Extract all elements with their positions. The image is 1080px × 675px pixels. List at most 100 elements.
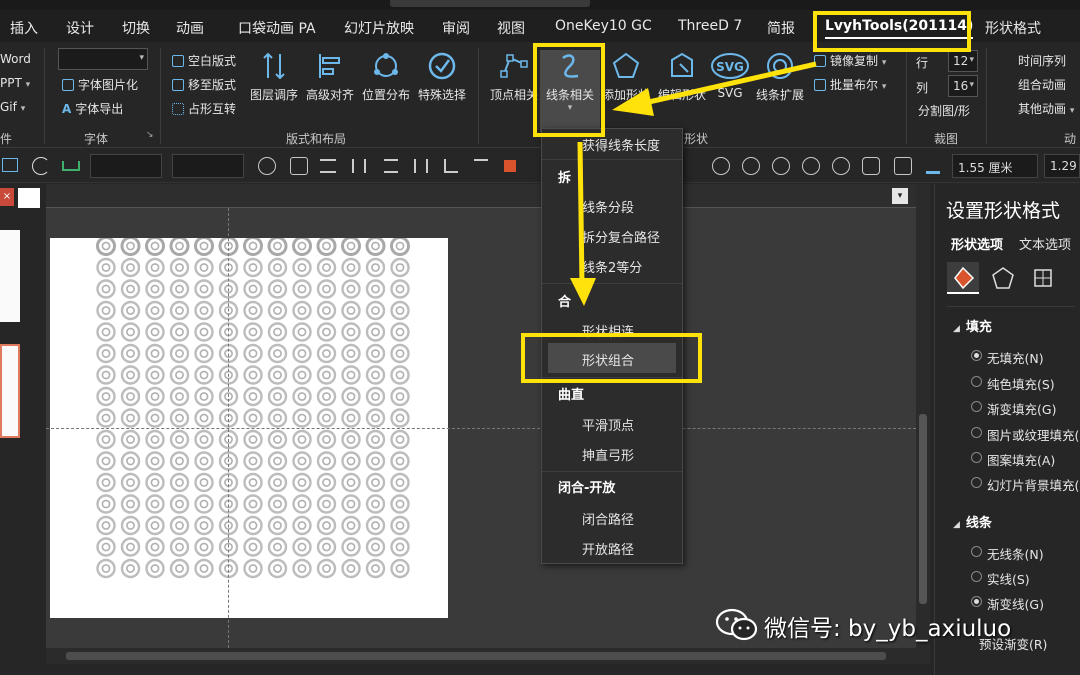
tab-shape-format[interactable]: 形状格式: [985, 18, 1041, 38]
no-line-option[interactable]: 无线条(N): [971, 544, 1044, 563]
scroll-thumb[interactable]: [66, 652, 886, 660]
ribbon-ppt[interactable]: PPT ▾: [0, 76, 30, 90]
gear-icon[interactable]: [258, 157, 276, 175]
mirror-copy-button[interactable]: 镜像复制 ▾: [814, 52, 886, 69]
color-icon[interactable]: [504, 160, 516, 172]
ribbon-gif[interactable]: Gif ▾: [0, 100, 25, 114]
time-sequence-button[interactable]: 时间序列: [1018, 52, 1066, 69]
shape-union-icon[interactable]: [712, 157, 730, 175]
close-path-item[interactable]: 闭合路径: [582, 509, 634, 528]
align-top-icon[interactable]: [474, 159, 488, 173]
rotate-icon[interactable]: [32, 157, 50, 175]
distribute-horizontal-icon[interactable]: [414, 159, 428, 173]
slide-thumbnail-2[interactable]: [0, 344, 20, 438]
close-icon[interactable]: ×: [0, 188, 14, 206]
move-to-layout-button[interactable]: 移至版式: [172, 76, 236, 93]
tab-pocket-animation[interactable]: 口袋动画 PA: [238, 18, 316, 38]
align-left-icon[interactable]: [444, 159, 458, 173]
slide-icon[interactable]: [2, 158, 18, 172]
special-select-button[interactable]: 特殊选择: [412, 50, 472, 128]
tab-animations[interactable]: 动画: [176, 18, 204, 38]
tab-onekey[interactable]: OneKey10 GC: [555, 18, 652, 34]
radio[interactable]: [971, 571, 982, 582]
shape-edit-icon[interactable]: [862, 157, 880, 175]
ruler-icon[interactable]: [62, 161, 80, 171]
radio[interactable]: [971, 427, 982, 438]
radio[interactable]: [971, 452, 982, 463]
tab-text-options[interactable]: 文本选项: [1019, 234, 1071, 253]
font-export-button[interactable]: A 字体导出: [62, 100, 123, 117]
shape-fragment-icon[interactable]: [772, 157, 790, 175]
line-segment-item[interactable]: 线条分段: [582, 197, 634, 216]
line-section-header[interactable]: ◢ 线条: [953, 512, 992, 531]
slide-background-fill-option[interactable]: 幻灯片背景填充(: [971, 475, 1079, 494]
align-middle-icon[interactable]: [352, 159, 366, 173]
open-path-item[interactable]: 开放路径: [582, 539, 634, 558]
layer-order-button[interactable]: 图层调序: [244, 50, 304, 128]
combo-animation-button[interactable]: 组合动画: [1018, 76, 1066, 93]
blank-layout-button[interactable]: 空白版式: [172, 52, 236, 69]
chevron-down-icon[interactable]: ▾: [892, 188, 908, 204]
split-image-shape-button[interactable]: 分割图/形: [918, 102, 970, 119]
row-count-input[interactable]: 12 ▾: [948, 50, 978, 72]
radio[interactable]: [971, 376, 982, 387]
straighten-arc-item[interactable]: 抻直弓形: [582, 445, 634, 464]
paint-icon[interactable]: [926, 158, 940, 174]
tab-shape-options[interactable]: 形状选项: [951, 234, 1003, 253]
tab-blank[interactable]: [18, 188, 40, 208]
vertical-scrollbar[interactable]: [916, 184, 930, 664]
tab-design[interactable]: 设计: [66, 18, 94, 38]
solid-fill-option[interactable]: 纯色填充(S): [971, 374, 1055, 393]
shape-combine-icon[interactable]: [742, 157, 760, 175]
slide-thumbnail-1[interactable]: [0, 230, 20, 322]
other-animation-button[interactable]: 其他动画 ▾: [1018, 100, 1074, 117]
shape-subtract-icon[interactable]: [832, 157, 850, 175]
crop-icon[interactable]: [894, 157, 912, 175]
fill-line-icon[interactable]: [947, 262, 979, 294]
add-shape-button[interactable]: 添加形状: [596, 50, 656, 128]
radio-selected[interactable]: [971, 596, 982, 607]
width-input[interactable]: 1.55 厘米: [952, 154, 1038, 178]
ribbon-word[interactable]: Word: [0, 52, 31, 66]
size-properties-icon[interactable]: [1027, 262, 1059, 294]
smooth-vertex-item[interactable]: 平滑顶点: [582, 415, 634, 434]
tab-review[interactable]: 审阅: [442, 18, 470, 38]
radio-selected[interactable]: [971, 350, 982, 361]
pattern-fill-option[interactable]: 图案填充(A): [971, 450, 1055, 469]
tab-view[interactable]: 视图: [497, 18, 525, 38]
tab-slideshow[interactable]: 幻灯片放映: [344, 18, 414, 38]
advanced-align-button[interactable]: 高级对齐: [300, 50, 360, 128]
placeholder-swap-button[interactable]: 占形互转: [172, 100, 236, 117]
batch-boolean-button[interactable]: 批量布尔 ▾: [814, 76, 886, 93]
tab-brief[interactable]: 简报: [767, 18, 795, 38]
position-distribute-button[interactable]: 位置分布: [356, 50, 416, 128]
tab-threed[interactable]: ThreeD 7: [678, 18, 742, 34]
height-input[interactable]: 1.29: [1044, 154, 1080, 178]
picture-fill-option[interactable]: 图片或纹理填充(: [971, 425, 1079, 444]
distribute-vertical-icon[interactable]: [384, 159, 398, 173]
tab-insert[interactable]: 插入: [10, 18, 38, 38]
toolbar-field-2[interactable]: [172, 154, 244, 178]
toolbar-field-1[interactable]: [90, 154, 162, 178]
radio[interactable]: [971, 477, 982, 488]
scroll-thumb[interactable]: [919, 414, 927, 604]
line-bisect-item[interactable]: 线条2等分: [582, 257, 642, 276]
align-center-icon[interactable]: [320, 159, 336, 173]
radio[interactable]: [971, 401, 982, 412]
radio[interactable]: [971, 546, 982, 557]
split-compound-path-item[interactable]: 拆分复合路径: [582, 227, 660, 246]
get-line-length-item[interactable]: 获得线条长度: [582, 135, 660, 154]
line-extend-button[interactable]: 线条扩展: [750, 50, 810, 128]
font-combo[interactable]: ▾: [58, 48, 148, 70]
solid-line-option[interactable]: 实线(S): [971, 569, 1030, 588]
gradient-fill-option[interactable]: 渐变填充(G): [971, 399, 1056, 418]
effects-icon[interactable]: [987, 262, 1019, 294]
no-fill-option[interactable]: 无填充(N): [971, 348, 1044, 367]
tab-transitions[interactable]: 切换: [122, 18, 150, 38]
fill-section-header[interactable]: ◢ 填充: [953, 316, 992, 335]
horizontal-scrollbar[interactable]: [46, 648, 916, 664]
dialog-launcher-icon[interactable]: ↘: [146, 130, 154, 140]
font-image-button[interactable]: 字体图片化: [62, 76, 138, 93]
shape-intersect-icon[interactable]: [802, 157, 820, 175]
col-count-input[interactable]: 16 ▾: [948, 75, 978, 97]
